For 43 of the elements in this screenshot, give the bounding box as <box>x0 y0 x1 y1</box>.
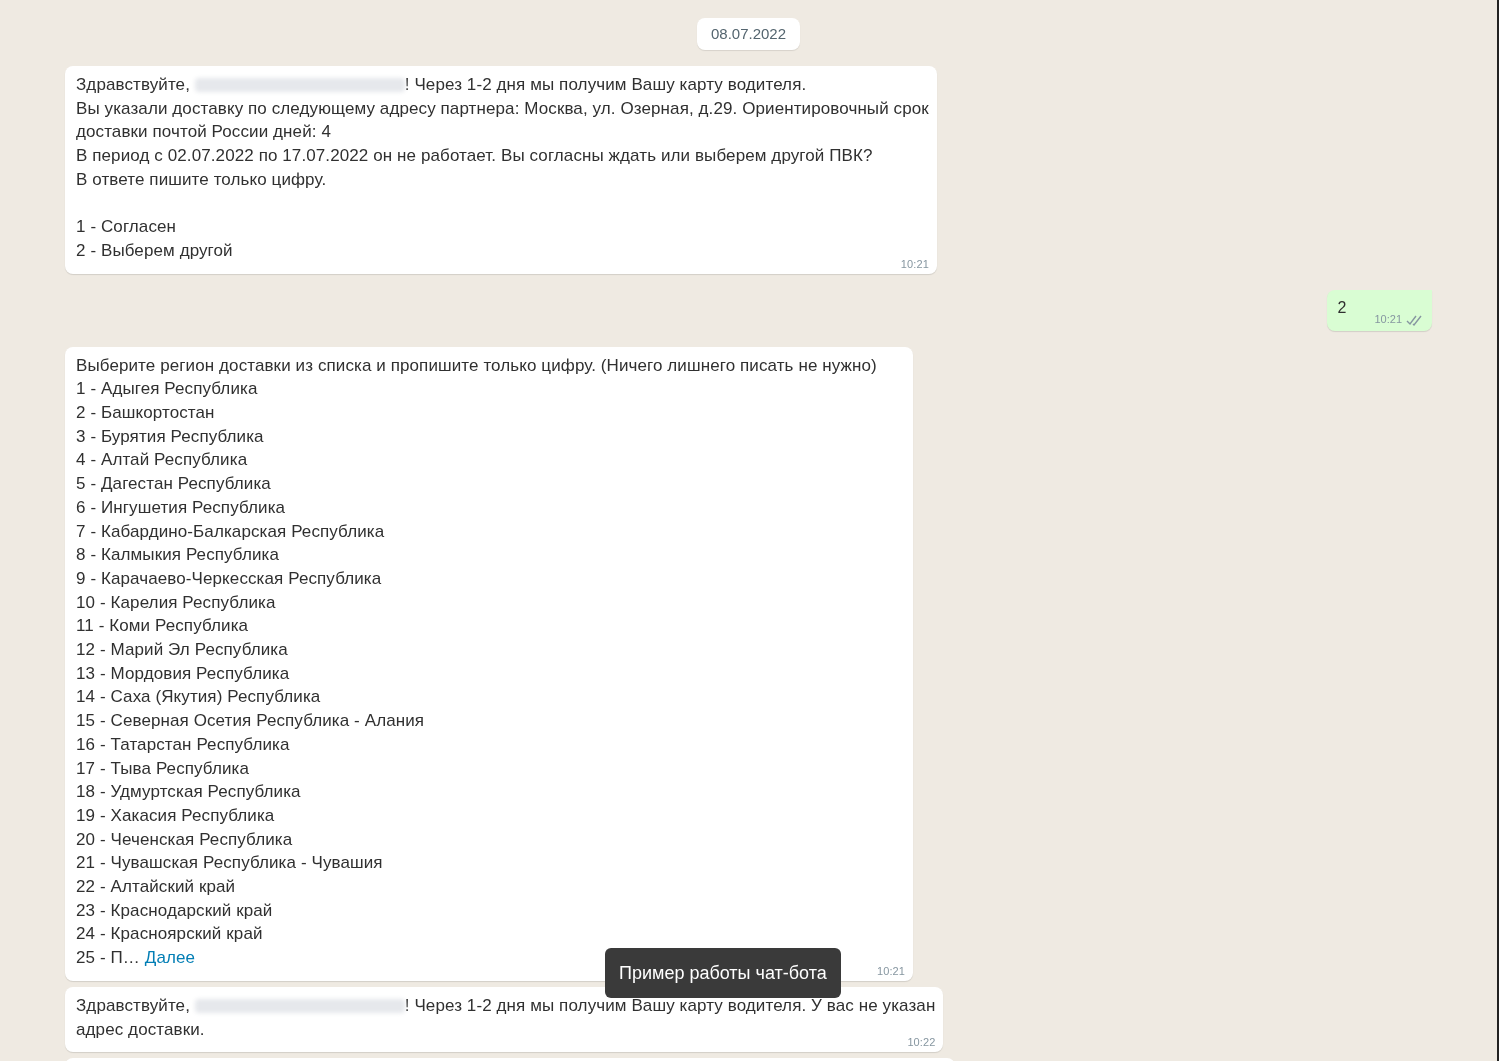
message-text: 19 - Хакасия Республика <box>76 804 276 827</box>
message-text: доставки почтой России дней: 4 <box>76 121 332 144</box>
message-text: 2 - Башкортостан <box>76 402 216 424</box>
message-text: 16 - Татарстан Республика <box>76 733 291 756</box>
message-text: Здравствуйте, <box>76 74 191 96</box>
caption-tooltip: Пример работы чат-бота <box>605 948 841 998</box>
message-text: Выберите регион доставки из списка и пропишите только цифру. (Ничего лишнего писать не нужно) <box>76 354 878 377</box>
message-text: ! Через 1-2 дня мы получим Вашу карту водителя. <box>404 74 807 96</box>
message-text: В период с 02.07.2022 по 17.07.2022 он не работает. Вы согласны ждать или выберем другой ПВК? <box>76 145 874 168</box>
message-text: 6 - Ингушетия Республика <box>76 496 287 519</box>
message-text: 24 - Красноярский край <box>76 923 264 946</box>
message-text: 14 - Саха (Якутия) Республика <box>76 686 322 709</box>
message-text: 21 - Чувашская Республика - Чувашия <box>76 852 384 875</box>
date-badge: 08.07.2022 <box>696 18 801 50</box>
message-text: 3 - Бурятия Республика <box>76 425 265 448</box>
message-text: 9 - Карачаево-Черкесская Республика <box>76 567 383 590</box>
message-time: 10:21 <box>900 256 929 271</box>
message-text: 23 - Краснодарский край <box>76 899 274 922</box>
message-text: 18 - Удмуртская Республика <box>76 781 302 804</box>
message-text: 5 - Дагестан Республика <box>76 473 272 496</box>
message-text: 1 - Согласен <box>76 216 178 239</box>
message-text: 17 - Тыва Республика <box>76 757 250 780</box>
message-text: 7 - Кабардино-Балкарская Республика <box>76 520 386 543</box>
message-text: 15 - Северная Осетия Республика - Алания <box>76 710 426 733</box>
message-text: 2 <box>1337 297 1347 318</box>
message-text: 22 - Алтайский край <box>76 876 237 899</box>
message-time: 10:21 <box>1374 311 1402 326</box>
message-time: 10:22 <box>907 1035 936 1050</box>
message-text: 2 - Выберем другой <box>76 239 234 262</box>
message-text: 8 - Калмыкия Республика <box>76 544 280 567</box>
message-text: 25 - П… <box>76 947 141 970</box>
message-text: 12 - Марий Эл Республика <box>76 639 289 662</box>
message-text: Вы указали доставку по следующему адресу партнера: Москва, ул. Озерная, д.29. Ориентировочный срок <box>76 97 929 120</box>
message-text: 4 - Алтай Республика <box>76 449 249 472</box>
message-text: 13 - Мордовия Республика <box>76 662 291 685</box>
message-text: В ответе пишите только цифру. <box>76 168 328 191</box>
message-text: 20 - Чеченская Республика <box>76 828 294 851</box>
message-text: Здравствуйте, <box>76 994 191 1017</box>
message-time: 10:21 <box>876 963 905 978</box>
message-text: 11 - Коми Республика <box>76 615 250 638</box>
message-text: 1 - Адыгея Республика <box>76 378 259 401</box>
read-more-link[interactable]: Далее <box>144 946 196 970</box>
message-text: 10 - Карелия Республика <box>76 591 277 614</box>
